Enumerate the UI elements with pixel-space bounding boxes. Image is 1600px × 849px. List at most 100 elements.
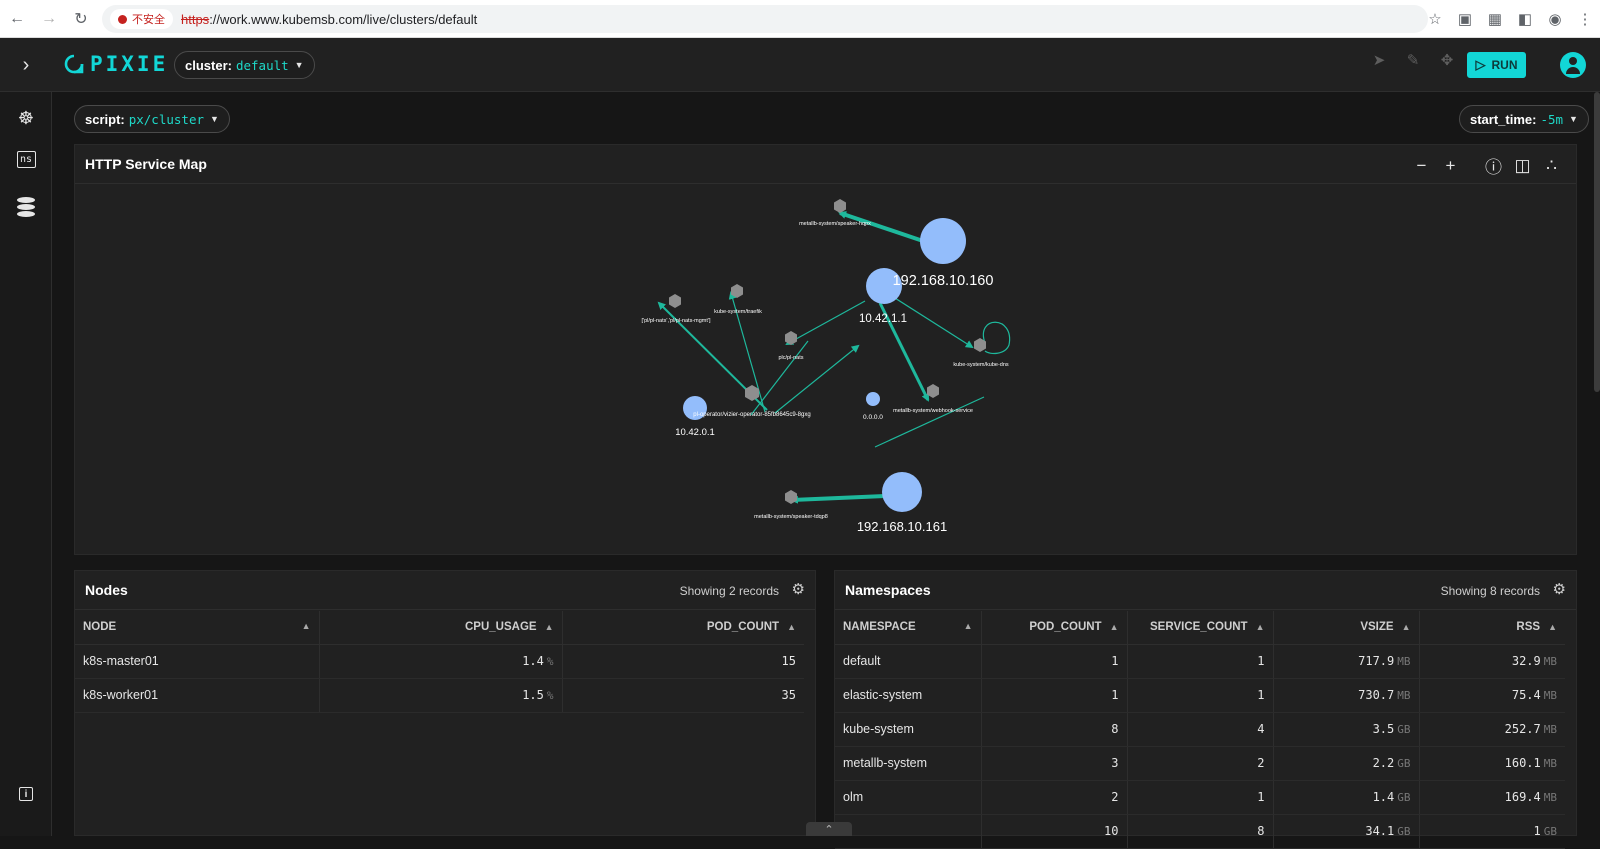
- cell-rss: 160.1 MB: [1418, 746, 1565, 781]
- namespace-icon[interactable]: ns: [14, 147, 38, 171]
- cluster-selector[interactable]: cluster: default ▼: [174, 51, 315, 79]
- sort-arrow-icon[interactable]: ▲: [545, 622, 554, 632]
- table-row[interactable]: kube-system 8 4 3.5 GB 252.7 MB: [835, 712, 1565, 747]
- label-kubedns: kube-system/kube-dns: [953, 362, 1009, 368]
- column-header-service-count[interactable]: SERVICE_COUNT ▲: [1126, 611, 1273, 645]
- edge-161-speaker: [790, 494, 886, 504]
- start-time-selector[interactable]: start_time: -5m ▼: [1459, 105, 1589, 133]
- cell-rss: 75.4 MB: [1418, 678, 1565, 713]
- hierarchy-icon[interactable]: ◫: [1508, 156, 1537, 176]
- sort-arrow-icon[interactable]: ▲: [1110, 622, 1119, 632]
- column-header-namespace[interactable]: NAMESPACE ▲: [835, 611, 981, 645]
- column-header-cpu-usage[interactable]: CPU_USAGE ▲: [318, 611, 562, 645]
- move-icon[interactable]: ✥: [1430, 51, 1464, 69]
- gear-icon[interactable]: ⚙: [1553, 580, 1566, 598]
- svc-plnats[interactable]: [785, 331, 797, 345]
- cell-namespace: olm: [835, 780, 981, 815]
- column-header-node[interactable]: NODE ▲: [75, 611, 319, 645]
- cell-vsize: 730.7 MB: [1272, 678, 1419, 713]
- cell-pods: 8: [980, 712, 1127, 747]
- node-192-168-10-161[interactable]: [882, 472, 922, 512]
- cell-rss: 32.9 MB: [1418, 644, 1565, 679]
- column-header-pod-count[interactable]: POD_COUNT ▲: [561, 611, 804, 645]
- expand-sidebar-chevron-icon[interactable]: ›: [14, 53, 38, 77]
- cell-vsize: 2.2 GB: [1272, 746, 1419, 781]
- bookmark-star-icon[interactable]: ☆: [1420, 10, 1450, 28]
- svc-speaker-bottom[interactable]: [785, 490, 797, 504]
- cell-cpu: 1.4%: [318, 644, 562, 679]
- security-label: 不安全: [132, 14, 165, 26]
- column-header-rss[interactable]: RSS ▲: [1418, 611, 1565, 645]
- zoom-in-icon[interactable]: +: [1436, 156, 1465, 176]
- info-icon[interactable]: i: [14, 782, 38, 806]
- label-ip160: 192.168.10.160: [893, 273, 994, 289]
- address-bar[interactable]: 不安全 https://work.www.kubemsb.com/live/cl…: [102, 5, 1428, 33]
- nodes-table: NODE ▲ CPU_USAGE ▲ POD_COUNT ▲ k8s-master01…: [75, 611, 804, 713]
- namespaces-table: NAMESPACE ▲ POD_COUNT ▲ SERVICE_COUNT ▲ VSI…: [835, 611, 1565, 849]
- sort-arrow-icon[interactable]: ▲: [1548, 622, 1557, 632]
- column-header-pod-count[interactable]: POD_COUNT ▲: [980, 611, 1127, 645]
- share-icon[interactable]: ➤: [1362, 51, 1396, 69]
- column-header-vsize[interactable]: VSIZE ▲: [1272, 611, 1419, 645]
- edge-42-1-1-plnats: [785, 300, 866, 345]
- sort-arrow-icon[interactable]: ▲: [787, 622, 796, 632]
- database-icon[interactable]: [14, 196, 38, 220]
- table-row[interactable]: elastic-system 1 1 730.7 MB 75.4 MB: [835, 678, 1565, 713]
- zoom-out-icon[interactable]: −: [1407, 156, 1436, 176]
- table-row[interactable]: default 1 1 717.9 MB 32.9 MB: [835, 644, 1565, 679]
- extension-icon[interactable]: ▣: [1450, 10, 1480, 28]
- pixie-logo[interactable]: PIXIE: [64, 52, 168, 76]
- script-value: px/cluster: [128, 111, 204, 127]
- edge-160-speaker: [838, 211, 924, 243]
- cell-pods: 35: [561, 678, 804, 713]
- cell-pods: 1: [980, 644, 1127, 679]
- back-arrow-icon[interactable]: ←: [2, 4, 32, 34]
- forward-arrow-icon[interactable]: →: [34, 4, 64, 34]
- side-panel-icon[interactable]: ◧: [1510, 10, 1540, 28]
- sort-arrow-icon[interactable]: ▲: [1402, 622, 1411, 632]
- svc-speaker-top[interactable]: [834, 199, 846, 213]
- user-avatar-icon[interactable]: [1560, 52, 1586, 78]
- cell-rss: 252.7 MB: [1418, 712, 1565, 747]
- label-webhook: metallb-system/webhook-service: [893, 408, 973, 414]
- cluster-bubbles-icon[interactable]: ∴: [1537, 156, 1566, 176]
- sort-arrow-icon[interactable]: ▲: [964, 621, 973, 631]
- sort-arrow-icon[interactable]: ▲: [1256, 622, 1265, 632]
- profile-icon[interactable]: ◉: [1540, 10, 1570, 28]
- table-row[interactable]: 10 8 34.1 GB 1 GB: [835, 814, 1565, 849]
- run-button[interactable]: ▷ RUN: [1467, 52, 1526, 78]
- collapse-chevron-icon[interactable]: ⌃: [806, 822, 852, 836]
- reload-icon[interactable]: ↻: [66, 4, 96, 34]
- left-sidebar: ☸ ns i: [0, 92, 52, 836]
- edge-kubedns-self: [982, 321, 1011, 355]
- table-row[interactable]: metallb-system 3 2 2.2 GB 160.1 MB: [835, 746, 1565, 781]
- security-indicator[interactable]: 不安全: [110, 9, 173, 29]
- alert-circle-icon[interactable]: ⓘ: [1479, 153, 1508, 178]
- service-map-graph[interactable]: 192.168.10.160 10.42.1.1 10.42.0.1 0.0.0…: [75, 185, 1576, 555]
- puzzle-icon[interactable]: ▦: [1480, 10, 1510, 28]
- url-protocol: https: [181, 11, 210, 27]
- node-192-168-10-160[interactable]: [920, 218, 966, 264]
- table-row[interactable]: olm 2 1 1.4 GB 169.4 MB: [835, 780, 1565, 815]
- cell-rss: 1 GB: [1418, 814, 1565, 849]
- sort-arrow-icon[interactable]: ▲: [302, 621, 311, 631]
- edit-icon[interactable]: ✎: [1396, 51, 1430, 69]
- svc-traefik[interactable]: [731, 284, 743, 298]
- script-selector[interactable]: script: px/cluster ▼: [74, 105, 230, 133]
- svc-natsmgmt[interactable]: [669, 294, 681, 308]
- kubernetes-helm-icon[interactable]: ☸: [14, 106, 38, 130]
- svc-webhook[interactable]: [927, 384, 939, 398]
- gear-icon[interactable]: ⚙: [792, 580, 805, 598]
- browser-menu-icon[interactable]: ⋮: [1570, 10, 1600, 28]
- label-ip161: 192.168.10.161: [857, 519, 947, 534]
- cell-services: 8: [1126, 814, 1273, 849]
- cell-cpu: 1.5%: [318, 678, 562, 713]
- scrollbar[interactable]: [1594, 92, 1600, 392]
- start-time-value: -5m: [1540, 111, 1564, 127]
- node-0-0-0-0[interactable]: [866, 392, 880, 406]
- table-row[interactable]: k8s-master01 1.4% 15: [75, 644, 804, 679]
- url-text[interactable]: https://work.www.kubemsb.com/live/cluste…: [181, 12, 477, 27]
- record-count: Showing 8 records: [1440, 584, 1540, 598]
- script-label: script:: [85, 111, 125, 127]
- table-row[interactable]: k8s-worker01 1.5% 35: [75, 678, 804, 713]
